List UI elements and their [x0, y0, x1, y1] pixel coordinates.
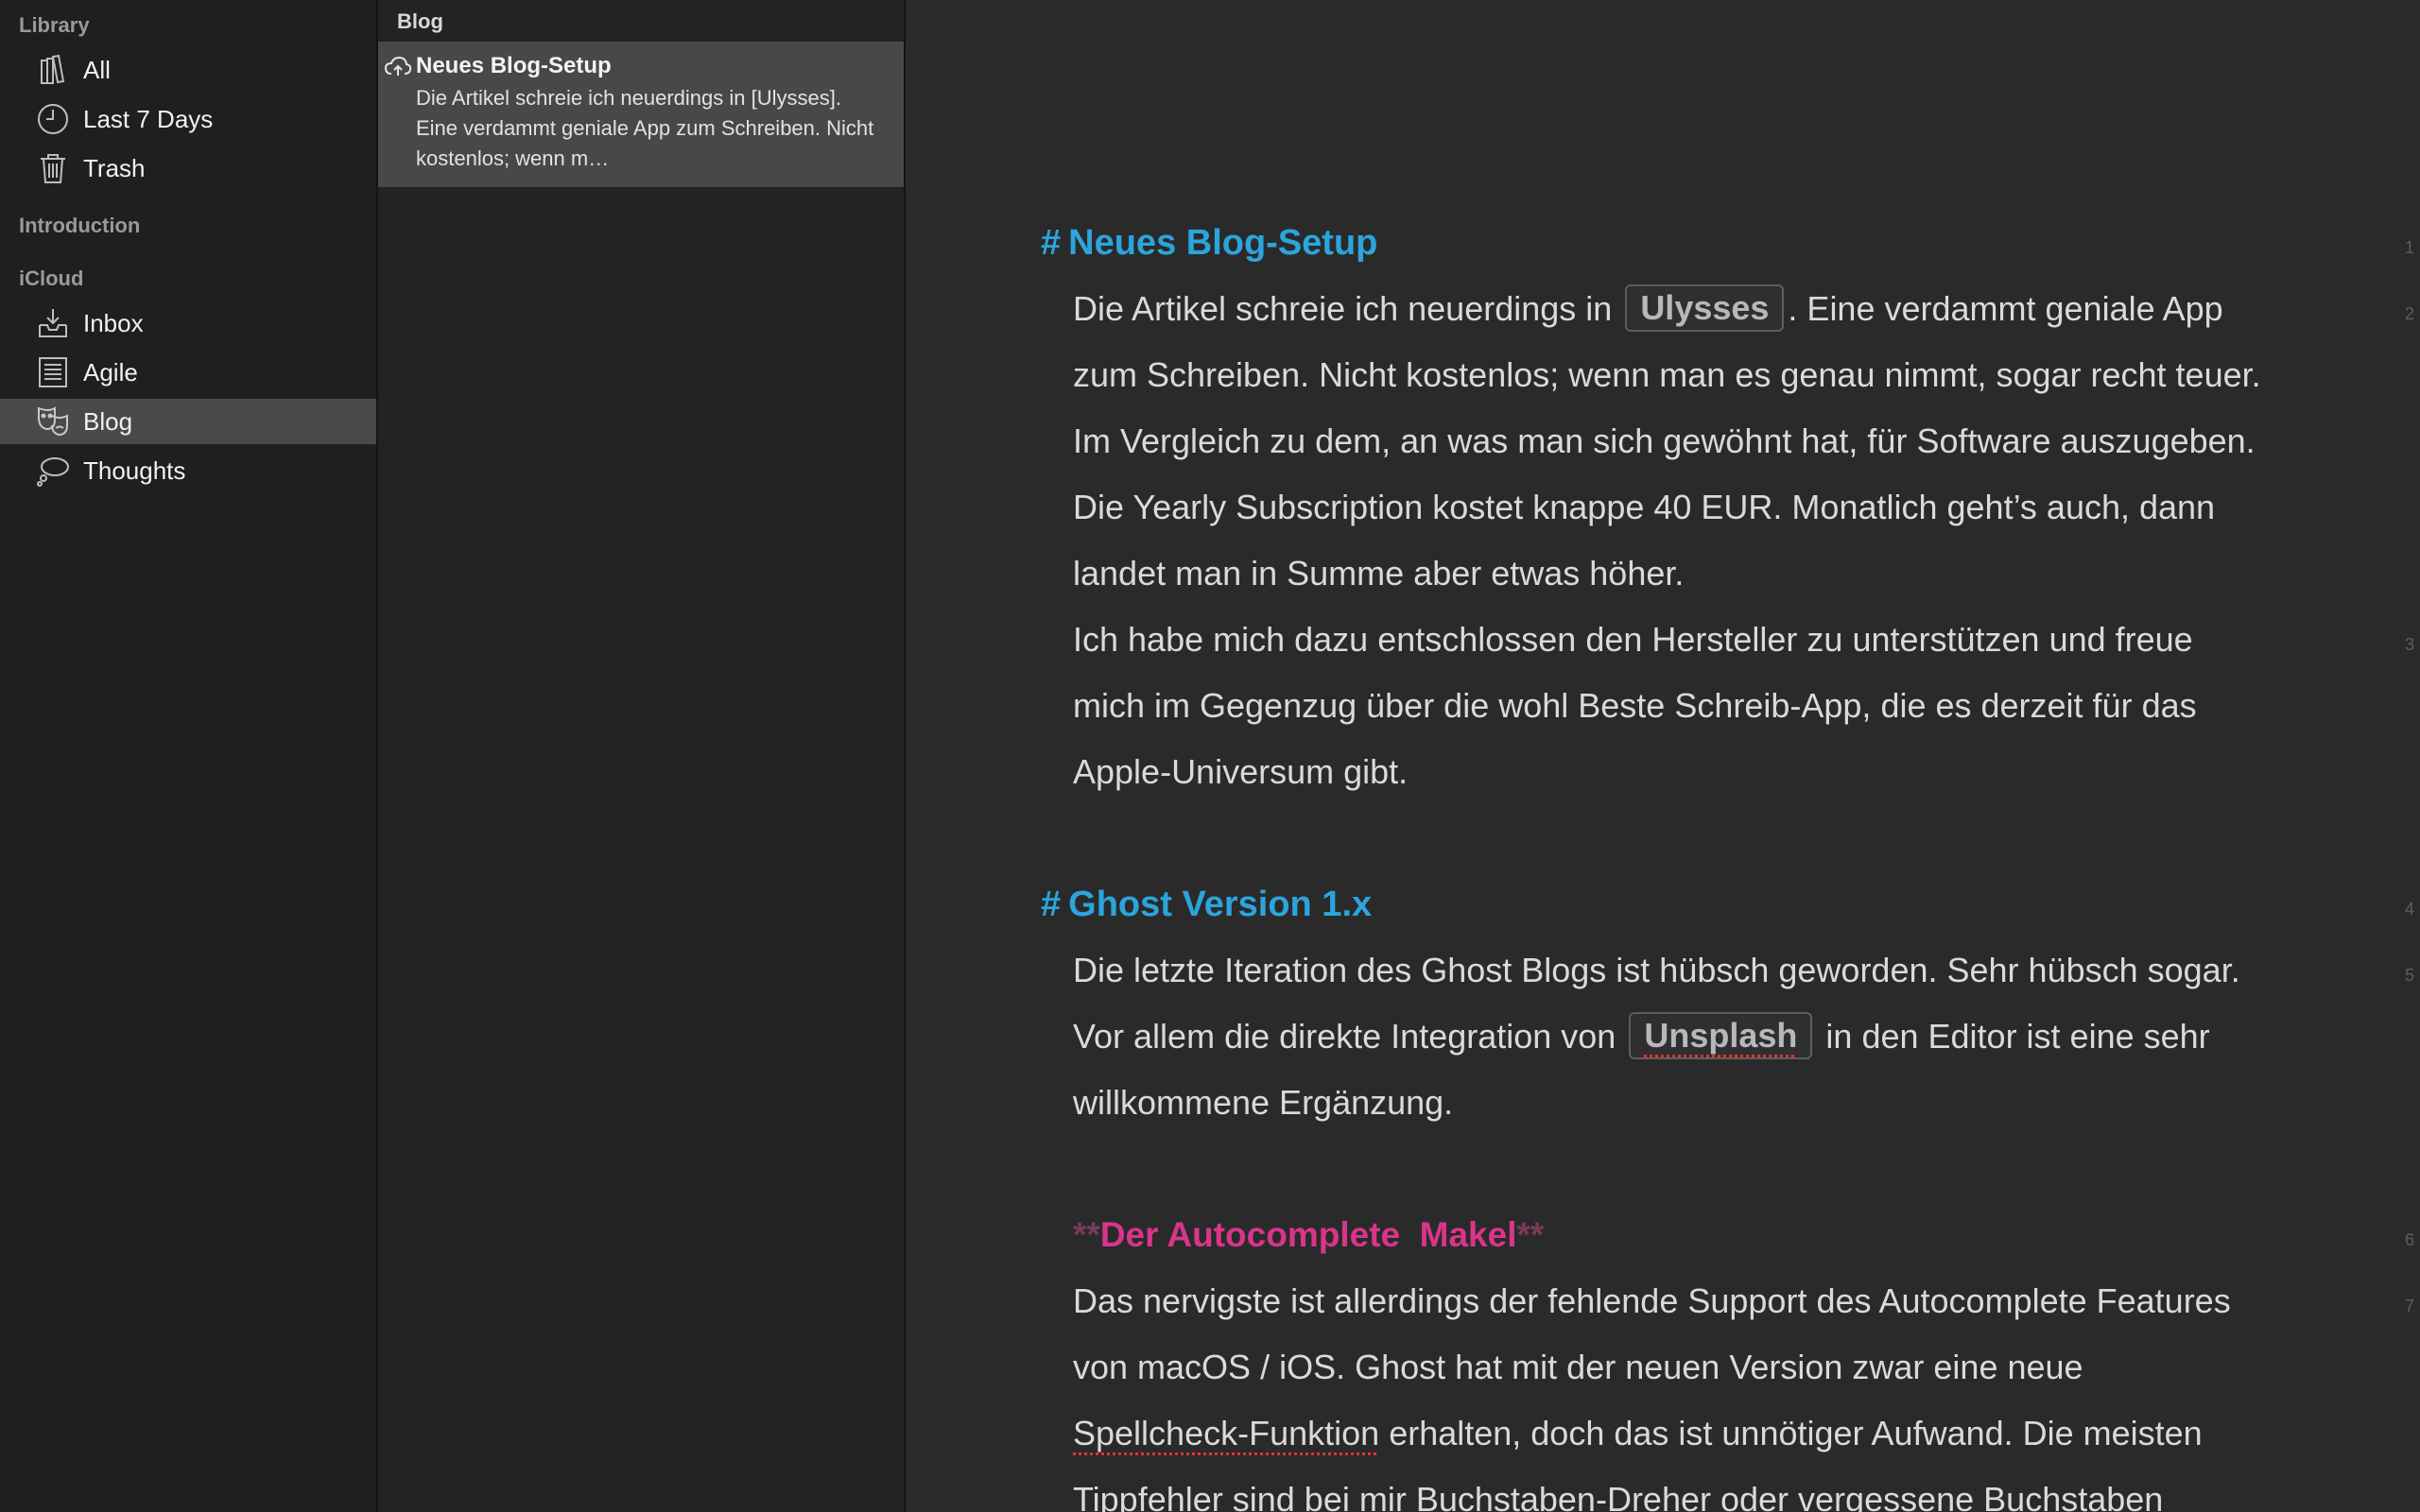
sheet-list-title: Blog: [397, 9, 443, 33]
link-tag[interactable]: Unsplash: [1629, 1012, 1813, 1060]
paragraph[interactable]: Ich habe mich dazu entschlossen den Hers…: [1073, 607, 2264, 805]
heading-2: # Ghost Version 1.x: [1041, 871, 1372, 937]
cloud-upload-icon: [384, 55, 412, 79]
paragraph-text: Das nervigste ist allerdings der fehlend…: [1073, 1281, 2231, 1386]
inbox-icon: [36, 306, 70, 340]
library-section-header: Library: [19, 13, 90, 37]
introduction-section-header[interactable]: Introduction: [19, 214, 140, 238]
line-number: 6: [2404, 1230, 2414, 1249]
heading-markup: #: [1041, 885, 1062, 924]
paragraph-text: . Eine verdammt geniale App zum Schreibe…: [1073, 289, 2261, 593]
sheet-list: Blog Neues Blog-Setup Die Artikel schrei…: [378, 0, 906, 1512]
clock-icon: [36, 102, 70, 136]
line-number: 5: [2404, 966, 2414, 985]
trash-icon: [36, 151, 70, 185]
library-sidebar: Library All Last 7 Days Trash Introducti…: [0, 0, 378, 1512]
sidebar-item-label: All: [83, 55, 111, 84]
books-icon: [36, 53, 70, 87]
sheet-list-item[interactable]: Neues Blog-Setup Die Artikel schreie ich…: [378, 42, 904, 187]
line-number: 1: [2404, 238, 2414, 257]
sidebar-item-last-7-days[interactable]: Last 7 Days: [0, 96, 376, 142]
paragraph-text: Ich habe mich dazu entschlossen den Hers…: [1073, 620, 2197, 791]
line-number: 7: [2404, 1297, 2414, 1315]
paragraph[interactable]: Das nervigste ist allerdings der fehlend…: [1073, 1268, 2264, 1512]
sidebar-item-label: Last 7 Days: [83, 104, 214, 133]
sidebar-item-label: Inbox: [83, 308, 144, 337]
sidebar-item-label: Trash: [83, 153, 146, 182]
heading-markup: #: [1041, 223, 1062, 263]
heading-text: Neues Blog-Setup: [1068, 223, 1378, 263]
bold-markup: **: [1516, 1215, 1545, 1254]
document-icon: [36, 355, 70, 389]
sidebar-item-all[interactable]: All: [0, 47, 376, 93]
thought-bubble-icon: [36, 454, 70, 488]
line-number: 4: [2404, 900, 2414, 919]
sidebar-item-label: Thoughts: [83, 455, 186, 485]
sidebar-item-agile[interactable]: Agile: [0, 350, 376, 395]
sidebar-item-blog[interactable]: Blog: [0, 399, 376, 444]
misspelled-word[interactable]: Spellcheck-Funktion: [1073, 1414, 1379, 1452]
bold-subheading: **Der Autocomplete Makel**: [1073, 1202, 1544, 1268]
paragraph-text: Die Artikel schreie ich neuerdings in: [1073, 289, 1613, 328]
sheet-title: Neues Blog-Setup: [416, 53, 612, 78]
icloud-section-header[interactable]: iCloud: [19, 266, 83, 291]
line-number: 3: [2404, 635, 2414, 654]
sidebar-item-label: Blog: [83, 406, 133, 436]
heading-1: # Neues Blog-Setup: [1041, 210, 1377, 276]
paragraph[interactable]: Die Artikel schreie ich neuerdings in Ul…: [1073, 276, 2264, 607]
link-tag[interactable]: Ulysses: [1625, 284, 1785, 333]
misspelled-word[interactable]: Unsplash: [1644, 1016, 1797, 1055]
line-number: 2: [2404, 304, 2414, 323]
bold-markup: **: [1073, 1215, 1100, 1254]
masks-icon: [36, 404, 70, 438]
sidebar-item-trash[interactable]: Trash: [0, 146, 376, 191]
paragraph[interactable]: Die letzte Iteration des Ghost Blogs ist…: [1073, 937, 2264, 1136]
sidebar-item-inbox[interactable]: Inbox: [0, 301, 376, 346]
sheet-preview: Die Artikel schreie ich neuerdings in [U…: [416, 86, 874, 170]
heading-text: Ghost Version 1.x: [1068, 885, 1373, 924]
sidebar-item-thoughts[interactable]: Thoughts: [0, 448, 376, 493]
subheading-text: Der Autocomplete Makel: [1099, 1215, 1517, 1254]
sidebar-item-label: Agile: [83, 357, 138, 387]
editor[interactable]: # Neues Blog-Setup Die Artikel schreie ic…: [906, 0, 2420, 1512]
